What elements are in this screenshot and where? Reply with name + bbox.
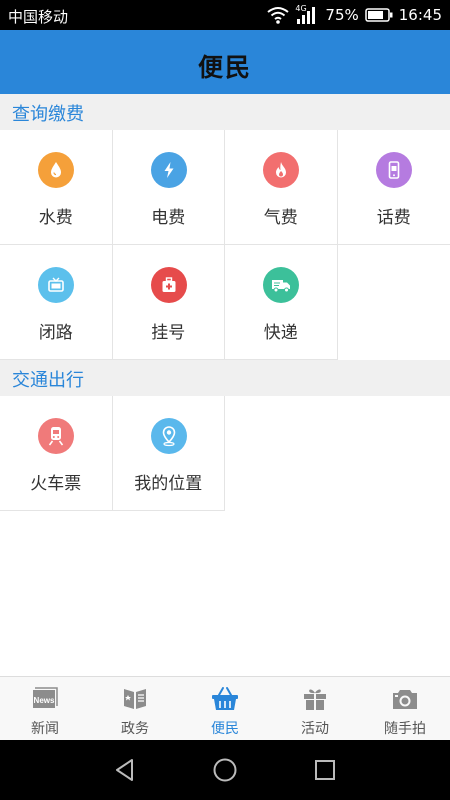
- camera-icon: [390, 685, 420, 713]
- news-icon: News: [30, 685, 60, 713]
- service-my-location[interactable]: 我的位置: [112, 396, 225, 511]
- service-label: 快递: [263, 323, 298, 343]
- system-navigation-bar: [0, 740, 450, 800]
- location-pin-icon: [150, 418, 187, 454]
- water-drop-icon: [38, 152, 74, 188]
- service-label: 话费: [376, 208, 411, 228]
- medical-kit-icon: [150, 267, 187, 303]
- nav-item-government[interactable]: 政务: [90, 677, 180, 741]
- nav-item-activities[interactable]: 活动: [270, 677, 360, 741]
- service-label: 闭路: [38, 323, 73, 343]
- carrier-name: 中国移动: [8, 8, 69, 26]
- service-hospital-registration[interactable]: 挂号: [112, 245, 225, 360]
- service-train-ticket[interactable]: 火车票: [0, 396, 113, 511]
- home-icon[interactable]: [212, 757, 238, 783]
- government-book-icon: [120, 685, 150, 713]
- clock: 16:45: [398, 6, 442, 24]
- service-cable-tv[interactable]: 闭路: [0, 245, 113, 360]
- status-bar: 中国移动 4G 75% 16:45: [0, 0, 450, 30]
- service-label: 气费: [263, 208, 298, 228]
- battery-icon: [365, 8, 393, 22]
- nav-label: 新闻: [31, 721, 59, 737]
- recent-apps-icon[interactable]: [312, 757, 338, 783]
- service-label: 火车票: [30, 474, 82, 494]
- battery-percent: 75%: [325, 6, 359, 24]
- service-label: 电费: [151, 208, 186, 228]
- service-label: 水费: [38, 208, 73, 228]
- news-icon-text: News: [34, 696, 55, 705]
- content-area: 查询缴费 水费 电费 气费 话费 闭路 挂号 快递 交通出行 火车票 我的位置: [0, 94, 450, 676]
- network-type: 4G: [295, 4, 307, 13]
- bottom-nav: News 新闻 政务 便民 活动 随手拍: [0, 676, 450, 740]
- service-water-bill[interactable]: 水费: [0, 130, 113, 245]
- page-title: 便民: [197, 53, 252, 82]
- transport-grid: 火车票 我的位置: [0, 396, 450, 511]
- nav-item-news[interactable]: News 新闻: [0, 677, 90, 741]
- nav-label: 便民: [211, 721, 239, 737]
- nav-item-snapshot[interactable]: 随手拍: [360, 677, 450, 741]
- train-icon: [38, 418, 74, 454]
- gift-icon: [300, 685, 330, 713]
- payment-grid: 水费 电费 气费 话费 闭路 挂号 快递: [0, 130, 450, 360]
- section-title-transport: 交通出行: [0, 360, 450, 396]
- nav-label: 随手拍: [384, 721, 426, 737]
- section-title-payment: 查询缴费: [0, 94, 450, 130]
- delivery-truck-icon: [263, 267, 299, 303]
- nav-item-convenience[interactable]: 便民: [180, 677, 270, 741]
- service-gas-bill[interactable]: 气费: [225, 130, 338, 245]
- service-express-delivery[interactable]: 快递: [225, 245, 338, 360]
- flame-icon: [263, 152, 299, 188]
- empty-cell: [337, 245, 450, 360]
- phone-icon: [375, 152, 412, 188]
- lightning-icon: [150, 152, 187, 188]
- back-icon[interactable]: [112, 757, 138, 783]
- nav-label: 政务: [121, 721, 149, 737]
- app-header: 便民: [0, 30, 450, 94]
- service-label: 挂号: [151, 323, 186, 343]
- service-phone-bill[interactable]: 话费: [337, 130, 450, 245]
- service-label: 我的位置: [134, 474, 203, 494]
- service-electric-bill[interactable]: 电费: [112, 130, 225, 245]
- wifi-icon: [267, 6, 290, 24]
- nav-label: 活动: [301, 721, 329, 737]
- signal-icon: 4G: [295, 4, 319, 24]
- basket-icon: [210, 685, 240, 713]
- tv-icon: [38, 267, 74, 303]
- status-icons: 4G 75% 16:45: [267, 4, 442, 25]
